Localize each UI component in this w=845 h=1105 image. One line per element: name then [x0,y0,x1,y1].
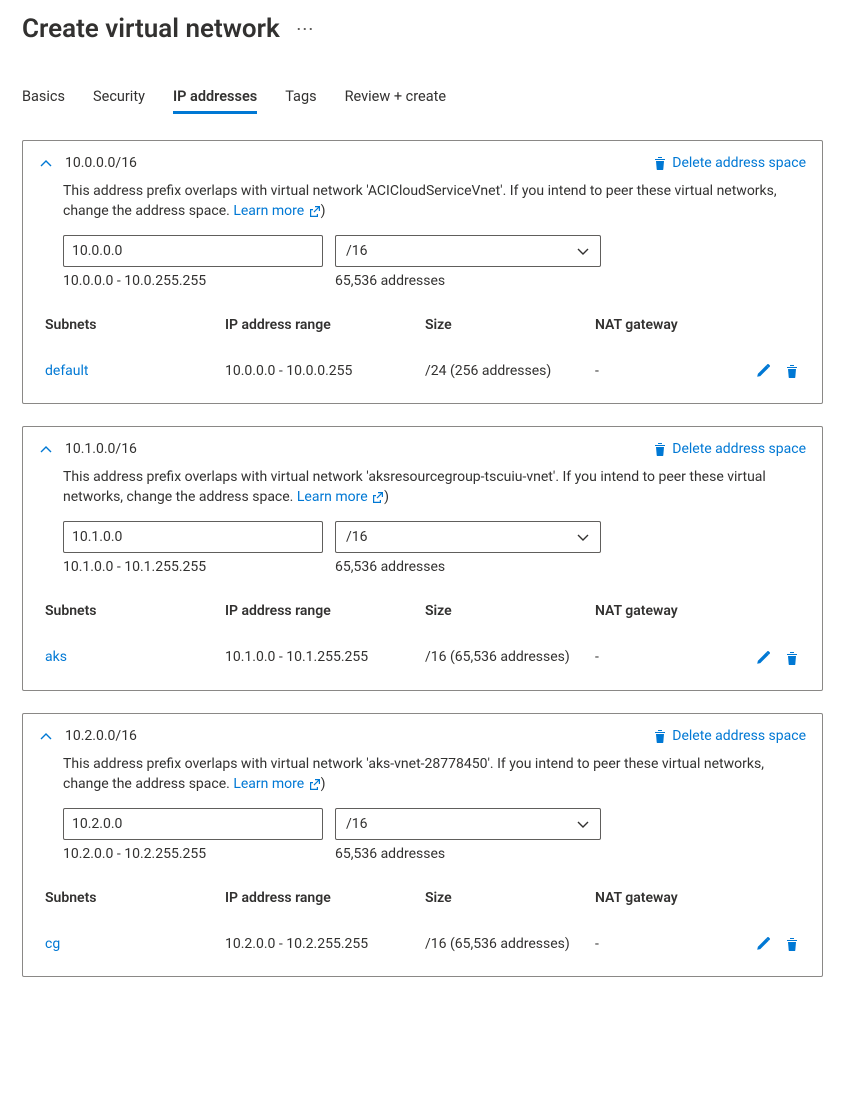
subnet-table: Subnets IP address range Size NAT gatewa… [39,307,806,391]
subnet-nat: - [589,637,736,677]
col-header-nat: NAT gateway [589,880,736,924]
delete-address-space-label: Delete address space [672,728,806,744]
collapse-toggle-icon[interactable] [39,730,53,742]
address-space-title: 10.0.0.0/16 [65,155,137,171]
delete-address-space-button[interactable]: Delete address space [652,728,806,744]
delete-address-space-button[interactable]: Delete address space [652,155,806,171]
col-header-subnets: Subnets [39,593,219,637]
delete-subnet-icon[interactable] [784,936,800,952]
col-header-nat: NAT gateway [589,593,736,637]
address-range-text: 10.1.0.0 - 10.1.255.255 [63,559,323,575]
cidr-size-select[interactable]: /16 [335,521,601,553]
tabs: Basics Security IP addresses Tags Review + c… [22,88,823,114]
page-title-text: Create virtual network [22,14,280,44]
overlap-warning-text: This address prefix overlaps with virtua… [63,756,764,792]
address-count-text: 65,536 addresses [335,846,445,862]
tab-review-create[interactable]: Review + create [345,88,446,114]
subnet-name-link[interactable]: aks [45,649,67,665]
subnet-size: /24 (256 addresses) [419,351,589,391]
delete-address-space-label: Delete address space [672,441,806,457]
delete-subnet-icon[interactable] [784,363,800,379]
col-header-range: IP address range [219,880,419,924]
delete-address-space-label: Delete address space [672,155,806,171]
col-header-subnets: Subnets [39,880,219,924]
col-header-range: IP address range [219,593,419,637]
delete-subnet-icon[interactable] [784,650,800,666]
more-actions-icon[interactable]: ⋯ [296,19,315,40]
subnet-range: 10.2.0.0 - 10.2.255.255 [219,924,419,964]
edit-subnet-icon[interactable] [755,936,771,952]
address-count-text: 65,536 addresses [335,273,445,289]
address-prefix-input[interactable] [63,235,323,267]
col-header-size: Size [419,307,589,351]
address-count-text: 65,536 addresses [335,559,445,575]
subnet-name-link[interactable]: default [45,363,89,379]
col-header-size: Size [419,593,589,637]
overlap-warning-text: This address prefix overlaps with virtua… [63,469,766,505]
learn-more-link[interactable]: Learn more [297,489,384,505]
page-title: Create virtual network ⋯ [22,14,823,44]
col-header-nat: NAT gateway [589,307,736,351]
collapse-toggle-icon[interactable] [39,443,53,455]
subnet-row: aks 10.1.0.0 - 10.1.255.255 /16 (65,536 … [39,637,806,677]
cidr-size-select[interactable]: /16 [335,235,601,267]
tab-ip-addresses[interactable]: IP addresses [173,88,257,114]
col-header-subnets: Subnets [39,307,219,351]
col-header-range: IP address range [219,307,419,351]
address-range-text: 10.0.0.0 - 10.0.255.255 [63,273,323,289]
overlap-warning-text: This address prefix overlaps with virtua… [63,183,777,219]
cidr-size-value: /16 [346,816,368,832]
cidr-size-select[interactable]: /16 [335,808,601,840]
address-space-card: 10.1.0.0/16 Delete address space This ad… [22,426,823,690]
edit-subnet-icon[interactable] [755,650,771,666]
subnet-row: default 10.0.0.0 - 10.0.0.255 /24 (256 a… [39,351,806,391]
learn-more-link[interactable]: Learn more [233,203,320,219]
tab-security[interactable]: Security [93,88,145,114]
cidr-size-value: /16 [346,529,368,545]
edit-subnet-icon[interactable] [755,363,771,379]
address-prefix-input[interactable] [63,808,323,840]
subnet-nat: - [589,924,736,964]
overlap-warning: This address prefix overlaps with virtua… [63,467,806,507]
address-space-title: 10.1.0.0/16 [65,441,137,457]
subnet-range: 10.0.0.0 - 10.0.0.255 [219,351,419,391]
overlap-warning: This address prefix overlaps with virtua… [63,754,806,794]
subnet-size: /16 (65,536 addresses) [419,924,589,964]
subnet-size: /16 (65,536 addresses) [419,637,589,677]
tab-tags[interactable]: Tags [285,88,316,114]
address-range-text: 10.2.0.0 - 10.2.255.255 [63,846,323,862]
subnet-name-link[interactable]: cg [45,936,60,952]
subnet-table: Subnets IP address range Size NAT gatewa… [39,593,806,677]
tab-basics[interactable]: Basics [22,88,65,114]
cidr-size-value: /16 [346,243,368,259]
address-space-title: 10.2.0.0/16 [65,728,137,744]
address-space-card: 10.0.0.0/16 Delete address space This ad… [22,140,823,404]
address-space-card: 10.2.0.0/16 Delete address space This ad… [22,713,823,977]
subnet-range: 10.1.0.0 - 10.1.255.255 [219,637,419,677]
address-prefix-input[interactable] [63,521,323,553]
delete-address-space-button[interactable]: Delete address space [652,441,806,457]
learn-more-link[interactable]: Learn more [233,776,320,792]
overlap-warning: This address prefix overlaps with virtua… [63,181,806,221]
col-header-size: Size [419,880,589,924]
subnet-nat: - [589,351,736,391]
subnet-row: cg 10.2.0.0 - 10.2.255.255 /16 (65,536 a… [39,924,806,964]
collapse-toggle-icon[interactable] [39,157,53,169]
subnet-table: Subnets IP address range Size NAT gatewa… [39,880,806,964]
